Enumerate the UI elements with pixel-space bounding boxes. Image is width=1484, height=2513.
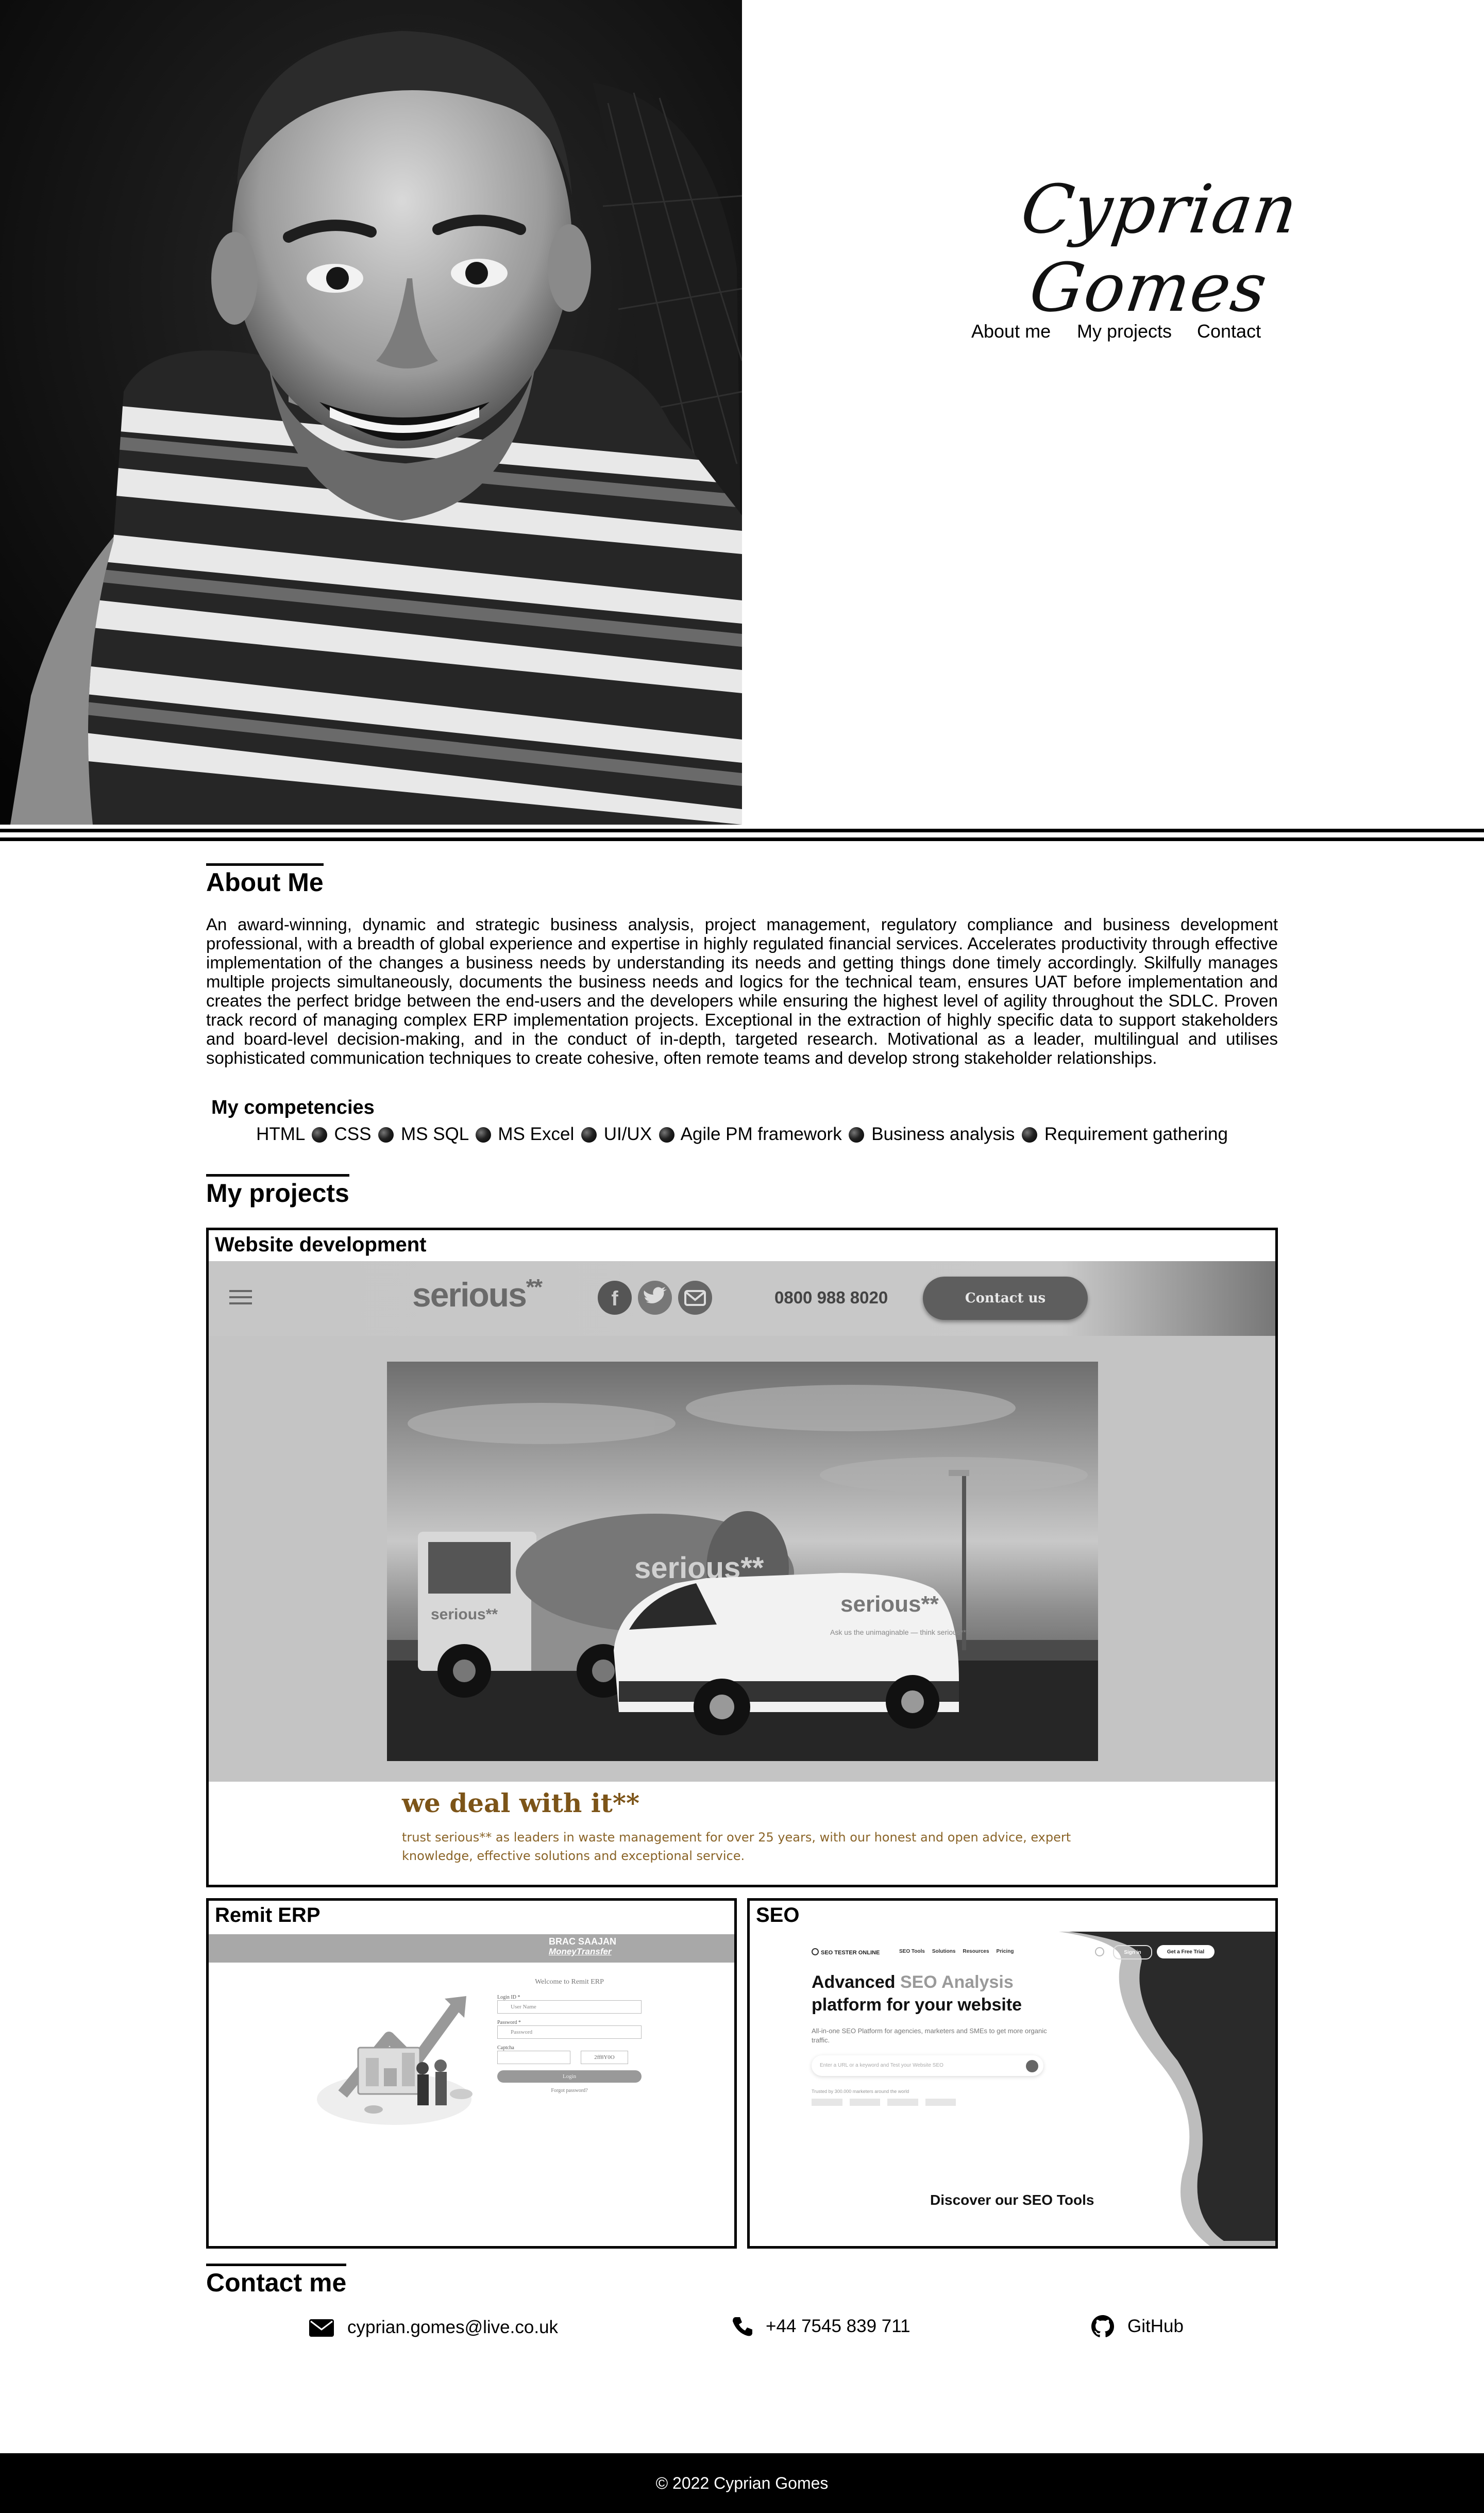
- seo-nav-item[interactable]: Resources: [963, 1949, 989, 1954]
- footer: © 2022 Cyprian Gomes: [0, 2453, 1484, 2513]
- phone-link[interactable]: +44 7545 839 711: [766, 2316, 910, 2337]
- erp-illustration: [317, 1996, 473, 2125]
- seo-signin-button[interactable]: Sign in: [1113, 1945, 1152, 1959]
- van-tagline: Ask us the unimaginable — think serious*…: [830, 1628, 966, 1636]
- svg-text:f: f: [611, 1287, 618, 1310]
- seo-search-input[interactable]: Enter a URL or a keyword and Test your W…: [812, 2055, 1043, 2076]
- about-title: About Me: [206, 863, 324, 898]
- bullet-dot-icon: [475, 1127, 491, 1143]
- seo-nav-item[interactable]: Pricing: [997, 1949, 1014, 1954]
- contact-email[interactable]: cyprian.gomes@live.co.uk: [309, 2317, 558, 2338]
- nav-contact[interactable]: Contact: [1197, 321, 1261, 342]
- profile-photo: [0, 0, 742, 825]
- bullet-dot-icon: [378, 1127, 394, 1143]
- nav-my-projects[interactable]: My projects: [1077, 321, 1172, 342]
- erp-username-input[interactable]: User Name: [497, 2000, 642, 2014]
- serious-headline: we deal with it**: [402, 1788, 640, 1818]
- erp-login-button[interactable]: Login: [497, 2070, 642, 2083]
- bullet-dot-icon: [659, 1127, 674, 1143]
- contact-title: Contact me: [206, 2264, 347, 2298]
- globe-icon[interactable]: [1095, 1947, 1104, 1956]
- project-title: Website development: [215, 1233, 427, 1256]
- footer-copyright: © 2022 Cyprian Gomes: [655, 2473, 829, 2492]
- hamburger-menu-icon[interactable]: [229, 1287, 255, 1308]
- project-website-development[interactable]: Website development serious** f 0800 988…: [206, 1228, 1278, 1887]
- seo-trial-button[interactable]: Get a Free Trial: [1157, 1945, 1215, 1958]
- seo-trusted: Trusted by 300.000 marketers around the …: [812, 2089, 909, 2094]
- erp-login-form: Welcome to Remit ERP Login ID * User Nam…: [497, 1978, 642, 2093]
- serious-phone: 0800 988 8020: [774, 1288, 888, 1307]
- competency-item: MS SQL: [400, 1124, 468, 1144]
- erp-brand: BRAC SAAJAN MoneyTransfer: [549, 1936, 617, 1956]
- seo-search-icon[interactable]: [1026, 2060, 1038, 2072]
- competency-item: UI/UX: [603, 1124, 652, 1144]
- bullet-dot-icon: [311, 1127, 327, 1143]
- bullet-dot-icon: [1022, 1127, 1038, 1143]
- signature-logo: Cyprian Gomes: [1016, 170, 1303, 327]
- competencies-title: My competencies: [211, 1097, 375, 1118]
- github-link[interactable]: GitHub: [1127, 2316, 1184, 2337]
- trucks-image: serious** serious** serious** Ask us the…: [387, 1362, 1098, 1761]
- serious-logo: serious**: [412, 1275, 543, 1314]
- truck-door-logo: serious**: [431, 1606, 498, 1623]
- envelope-icon: [309, 2319, 334, 2337]
- erp-captcha-image: 2ff8Y0O: [581, 2051, 628, 2064]
- project-title: Remit ERP: [215, 1904, 321, 1926]
- competency-item: CSS: [334, 1124, 372, 1144]
- seo-headline: Advanced SEO Analysis platform for your …: [812, 1972, 1022, 2015]
- erp-forgot-link[interactable]: Forgot password?: [497, 2088, 642, 2093]
- social-icons: f: [598, 1281, 712, 1315]
- competencies-list: HTML CSS MS SQL MS Excel UI/UX Agile PM …: [206, 1124, 1278, 1145]
- competency-item: Requirement gathering: [1044, 1124, 1228, 1144]
- seo-nav-item[interactable]: SEO Tools: [899, 1949, 925, 1954]
- seo-partner-logos: [812, 2099, 956, 2106]
- competency-item: HTML: [256, 1124, 305, 1144]
- bullet-dot-icon: [581, 1127, 597, 1143]
- projects-title: My projects: [206, 1174, 349, 1209]
- email-link[interactable]: cyprian.gomes@live.co.uk: [347, 2317, 558, 2338]
- seo-discover: Discover our SEO Tools: [930, 2192, 1094, 2208]
- seo-nav: SEO Tools Solutions Resources Pricing: [899, 1949, 1014, 1954]
- seo-subtext: All-in-one SEO Platform for agencies, ma…: [812, 2027, 1047, 2044]
- nav-about-me[interactable]: About me: [971, 321, 1051, 342]
- about-text: An award-winning, dynamic and strategic …: [206, 915, 1278, 1067]
- phone-icon: [733, 2317, 752, 2336]
- competency-item: Agile PM framework: [680, 1124, 842, 1144]
- seo-nav-item[interactable]: Solutions: [932, 1949, 956, 1954]
- serious-hero: serious** serious** serious** Ask us the…: [209, 1336, 1275, 1782]
- project-remit-erp[interactable]: Remit ERP BRAC SAAJAN MoneyTransfer Welc…: [206, 1898, 737, 2249]
- erp-password-input[interactable]: Password: [497, 2025, 642, 2039]
- divider-top: [0, 829, 1484, 832]
- mail-icon: [678, 1281, 712, 1315]
- competency-item: MS Excel: [498, 1124, 575, 1144]
- erp-header: BRAC SAAJAN MoneyTransfer: [209, 1934, 734, 1963]
- contact-github[interactable]: GitHub: [1091, 2315, 1184, 2338]
- serious-tagline-area: we deal with it** trust serious** as lea…: [209, 1782, 1275, 1864]
- github-icon: [1091, 2315, 1114, 2337]
- seo-logo-icon: [812, 1948, 819, 1955]
- erp-captcha-input[interactable]: [497, 2051, 570, 2064]
- bullet-dot-icon: [849, 1127, 865, 1143]
- serious-header: serious** f 0800 988 8020 Contact us: [209, 1261, 1275, 1336]
- contact-phone[interactable]: +44 7545 839 711: [732, 2316, 910, 2337]
- contact-us-button[interactable]: Contact us: [923, 1277, 1088, 1320]
- van-logo: serious**: [840, 1591, 939, 1617]
- serious-subtext: trust serious** as leaders in waste mana…: [402, 1830, 1071, 1863]
- seo-brand: SEO TESTER ONLINE: [812, 1948, 880, 1956]
- project-seo[interactable]: SEO SEO TESTER ONLINE SEO Tools Solution…: [747, 1898, 1278, 2249]
- competency-item: Business analysis: [871, 1124, 1015, 1144]
- divider-bottom: [0, 837, 1484, 841]
- project-title: SEO: [756, 1904, 800, 1926]
